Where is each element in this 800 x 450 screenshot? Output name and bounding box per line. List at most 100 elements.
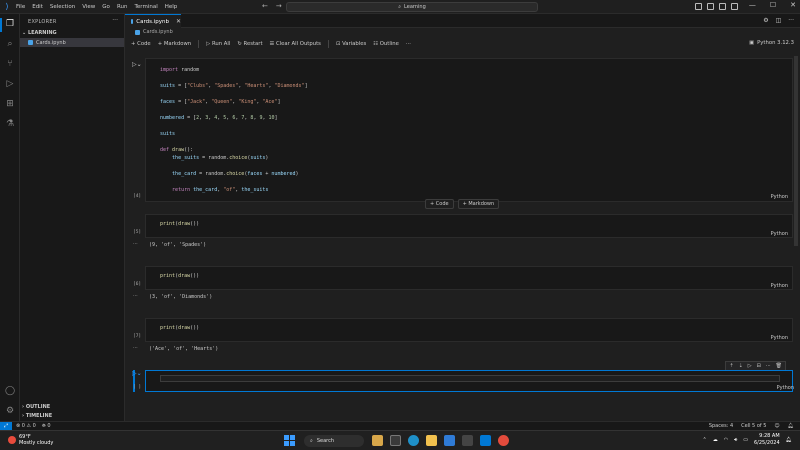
split-cell-icon[interactable]: ⊟: [757, 363, 761, 369]
back-arrow-icon[interactable]: ←: [262, 2, 268, 10]
run-debug-icon[interactable]: ▷: [4, 78, 16, 90]
feedback-icon[interactable]: ☺: [774, 423, 779, 429]
problems-indicator[interactable]: ⊗ 0 ⚠ 0: [16, 423, 36, 429]
outline-section[interactable]: › OUTLINE: [22, 404, 50, 410]
toggle-sidebar-icon[interactable]: [695, 3, 702, 10]
code-cell-2[interactable]: print(draw()) Python: [145, 214, 793, 238]
more-actions-icon[interactable]: ···: [112, 17, 118, 24]
menu-view[interactable]: View: [82, 4, 95, 10]
output-menu-icon[interactable]: ···: [133, 293, 138, 299]
maximize-icon[interactable]: ☐: [770, 1, 776, 9]
run-cell-icon[interactable]: ▷⌄: [132, 370, 142, 377]
outline-button[interactable]: ☷ Outline: [373, 41, 399, 47]
ports-indicator[interactable]: ⛯ 0: [42, 423, 51, 429]
toggle-secondary-sidebar-icon[interactable]: [719, 3, 726, 10]
volume-icon[interactable]: 🔊︎: [734, 437, 737, 443]
run-above-icon[interactable]: ⇡: [729, 363, 733, 369]
variables-button[interactable]: ⊡ Variables: [336, 41, 366, 47]
testing-icon[interactable]: ⚗: [4, 118, 16, 130]
explorer-icon[interactable]: ❐: [4, 18, 16, 30]
cell-language[interactable]: Python: [777, 385, 794, 391]
add-markdown-cell-button[interactable]: + Markdown: [457, 199, 500, 209]
minimize-icon[interactable]: —: [749, 1, 756, 9]
system-tray: ⌃ ☁ ◠ 🔊︎ ▭ 9:28 AM 6/25/2024 🔔︎: [703, 433, 792, 447]
scrollbar[interactable]: [794, 56, 798, 246]
split-editor-icon[interactable]: ◫: [776, 17, 782, 24]
delete-cell-icon[interactable]: 🗑: [776, 363, 782, 369]
menu-selection[interactable]: Selection: [50, 4, 75, 10]
run-cell-icon[interactable]: ▷⌄: [132, 61, 142, 68]
more-actions-icon[interactable]: ···: [788, 17, 794, 24]
notifications-bell-icon[interactable]: 🔔︎: [788, 423, 794, 429]
code-cell-5[interactable]: [145, 370, 793, 392]
weather-widget[interactable]: 69°F Mostly cloudy: [8, 434, 53, 446]
battery-icon[interactable]: ▭: [743, 437, 748, 443]
cell-language[interactable]: Python: [771, 194, 788, 200]
toggle-panel-icon[interactable]: [707, 3, 714, 10]
store-app-icon[interactable]: [462, 435, 473, 446]
tab-cards-notebook[interactable]: Cards.ipynb ✕: [125, 14, 181, 28]
more-actions-icon[interactable]: ···: [766, 363, 771, 369]
more-actions-icon[interactable]: ···: [406, 41, 411, 47]
output-menu-icon[interactable]: ···: [133, 345, 138, 351]
code-cell-3[interactable]: print(draw()) Python: [145, 266, 793, 290]
indentation-indicator[interactable]: Spaces: 4: [709, 423, 733, 429]
close-icon[interactable]: ✕: [176, 18, 181, 25]
run-all-button[interactable]: ▷ Run All: [206, 41, 230, 47]
cell-language[interactable]: Python: [771, 335, 788, 341]
windows-start-icon[interactable]: [284, 435, 295, 446]
code-cell-4[interactable]: print(draw()) Python: [145, 318, 793, 342]
notifications-icon[interactable]: 🔔︎: [786, 437, 792, 443]
kernel-icon: ▣: [749, 40, 755, 46]
extensions-icon[interactable]: ⊞: [4, 98, 16, 110]
menu-file[interactable]: File: [16, 4, 25, 10]
code-line: the_suits = random.choice(suits): [172, 155, 269, 161]
menu-help[interactable]: Help: [165, 4, 178, 10]
clear-outputs-button[interactable]: ☰ Clear All Outputs: [270, 41, 321, 47]
cell-input-editor[interactable]: [160, 375, 780, 382]
edge-browser-icon[interactable]: [408, 435, 419, 446]
chevron-up-icon[interactable]: ⌃: [703, 437, 707, 443]
execute-icon[interactable]: ▷: [748, 363, 752, 369]
cell-language[interactable]: Python: [771, 283, 788, 289]
close-window-icon[interactable]: ✕: [790, 1, 796, 9]
settings-gear-icon[interactable]: ⚙: [4, 405, 16, 417]
settings-icon[interactable]: ⚙: [763, 17, 768, 24]
file-item-cards[interactable]: Cards.ipynb: [20, 38, 124, 47]
add-code-button[interactable]: + Code: [131, 41, 151, 47]
command-center-search[interactable]: ⌕ Learning: [286, 2, 538, 12]
clock[interactable]: 9:28 AM 6/25/2024: [754, 433, 780, 447]
cell-language[interactable]: Python: [771, 231, 788, 237]
cloud-icon[interactable]: ☁: [713, 437, 718, 443]
code-cell-1[interactable]: import random suits = ["Clubs", "Spades"…: [145, 58, 793, 202]
source-control-icon[interactable]: ⑂: [4, 58, 16, 70]
mail-app-icon[interactable]: [444, 435, 455, 446]
add-markdown-button[interactable]: + Markdown: [158, 41, 191, 47]
kernel-picker[interactable]: ▣ Python 3.12.3: [749, 40, 794, 46]
widgets-app-icon[interactable]: [372, 435, 383, 446]
run-below-icon[interactable]: ⇣: [739, 363, 743, 369]
customize-layout-icon[interactable]: [731, 3, 738, 10]
add-code-cell-button[interactable]: + Code: [425, 199, 454, 209]
chevron-right-icon: ›: [22, 404, 25, 410]
cell-position-indicator[interactable]: Cell 5 of 5: [741, 423, 766, 429]
menu-run[interactable]: Run: [117, 4, 128, 10]
file-explorer-icon[interactable]: [426, 435, 437, 446]
vscode-taskbar-icon[interactable]: [480, 435, 491, 446]
search-view-icon[interactable]: ⌕: [4, 38, 16, 50]
forward-arrow-icon[interactable]: →: [276, 2, 282, 10]
notebook-editor: ▷⌄ import random suits = ["Clubs", "Spad…: [125, 52, 800, 421]
menu-go[interactable]: Go: [102, 4, 110, 10]
wifi-icon[interactable]: ◠: [724, 437, 728, 443]
chrome-browser-icon[interactable]: [498, 435, 509, 446]
restart-button[interactable]: ↻ Restart: [237, 41, 262, 47]
timeline-section[interactable]: › TIMELINE: [22, 413, 52, 419]
menu-edit[interactable]: Edit: [32, 4, 43, 10]
taskbar-search[interactable]: ⌕ Search: [304, 435, 364, 447]
breadcrumb[interactable]: Cards.ipynb: [135, 29, 173, 35]
task-view-icon[interactable]: [390, 435, 401, 446]
folder-section[interactable]: ⌄ LEARNING: [22, 30, 57, 36]
menu-terminal[interactable]: Terminal: [134, 4, 157, 10]
account-icon[interactable]: ◯: [4, 385, 16, 397]
output-menu-icon[interactable]: ···: [133, 241, 138, 247]
